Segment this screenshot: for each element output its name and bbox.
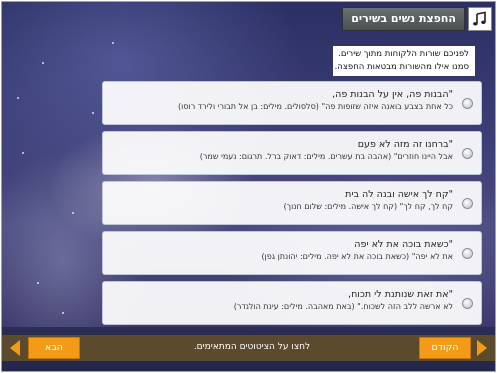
- radio-button[interactable]: [462, 198, 473, 209]
- radio-button[interactable]: [462, 148, 473, 159]
- quote-source: כל אחת בצבע בואנה איזה שזופות פה" (סלסול…: [178, 102, 453, 111]
- quote-source: קח לך, קח לך" (קח לך אישה. מילים: שלום ח…: [283, 202, 453, 211]
- quote-option-1[interactable]: "הבנות פה, אין על הבנות פה, כל אחת בצבע …: [102, 81, 482, 125]
- quote-option-5[interactable]: "את זאת שנותנת לי תכוח, לא ארשה ללב הזה …: [102, 281, 482, 325]
- quote-line: "קח לך אישה ובנה לה בית: [345, 189, 453, 200]
- page-title: החפצת נשים בשירים: [342, 7, 465, 31]
- quote-source: לא ארשה ללב הזה לשכוח." (באת מאהבה. מילי…: [233, 302, 453, 311]
- footer-instruction: לחצו על הציטוטים המתאימים.: [193, 342, 311, 352]
- app-window: החפצת נשים בשירים לפניכם שורות הלקוחות מ…: [1, 1, 496, 372]
- arrow-left-icon[interactable]: [10, 340, 20, 356]
- music-note-icon: [468, 7, 492, 31]
- quote-line: "ברחנו זה מזה לא פעם: [357, 139, 453, 150]
- instructions-line-1: לפניכם שורות הלקוחות מתוך שירים.: [338, 49, 469, 59]
- quote-source: את לא יפה" (כשאת בוכה את לא יפה. מילים: …: [261, 252, 453, 261]
- next-button[interactable]: הבא: [28, 337, 80, 359]
- quote-line: "הבנות פה, אין על הבנות פה,: [332, 89, 453, 100]
- previous-button[interactable]: הקודם: [419, 337, 471, 359]
- quote-options-list: "הבנות פה, אין על הבנות פה, כל אחת בצבע …: [102, 81, 482, 331]
- quote-option-3[interactable]: "קח לך אישה ובנה לה בית קח לך, קח לך" (ק…: [102, 181, 482, 225]
- footer-bar: הבא לחצו על הציטוטים המתאימים. הקודם: [2, 327, 495, 371]
- radio-button[interactable]: [462, 298, 473, 309]
- instructions-line-2: סמנו אילו מהשורות מבטאות החפצה.: [334, 62, 469, 72]
- quote-source: אבל היינו חוזרים" (אהבה בת עשרים. מילים:…: [199, 152, 453, 161]
- instructions-box: לפניכם שורות הלקוחות מתוך שירים. סמנו אי…: [333, 46, 475, 76]
- quote-line: "כשאת בוכה את לא יפה: [354, 239, 453, 250]
- header-bar: החפצת נשים בשירים: [342, 7, 492, 31]
- radio-button[interactable]: [462, 98, 473, 109]
- arrow-right-icon[interactable]: [477, 340, 487, 356]
- quote-line: "את זאת שנותנת לי תכוח,: [348, 289, 453, 300]
- quote-option-4[interactable]: "כשאת בוכה את לא יפה את לא יפה" (כשאת בו…: [102, 231, 482, 275]
- radio-button[interactable]: [462, 248, 473, 259]
- quote-option-2[interactable]: "ברחנו זה מזה לא פעם אבל היינו חוזרים" (…: [102, 131, 482, 175]
